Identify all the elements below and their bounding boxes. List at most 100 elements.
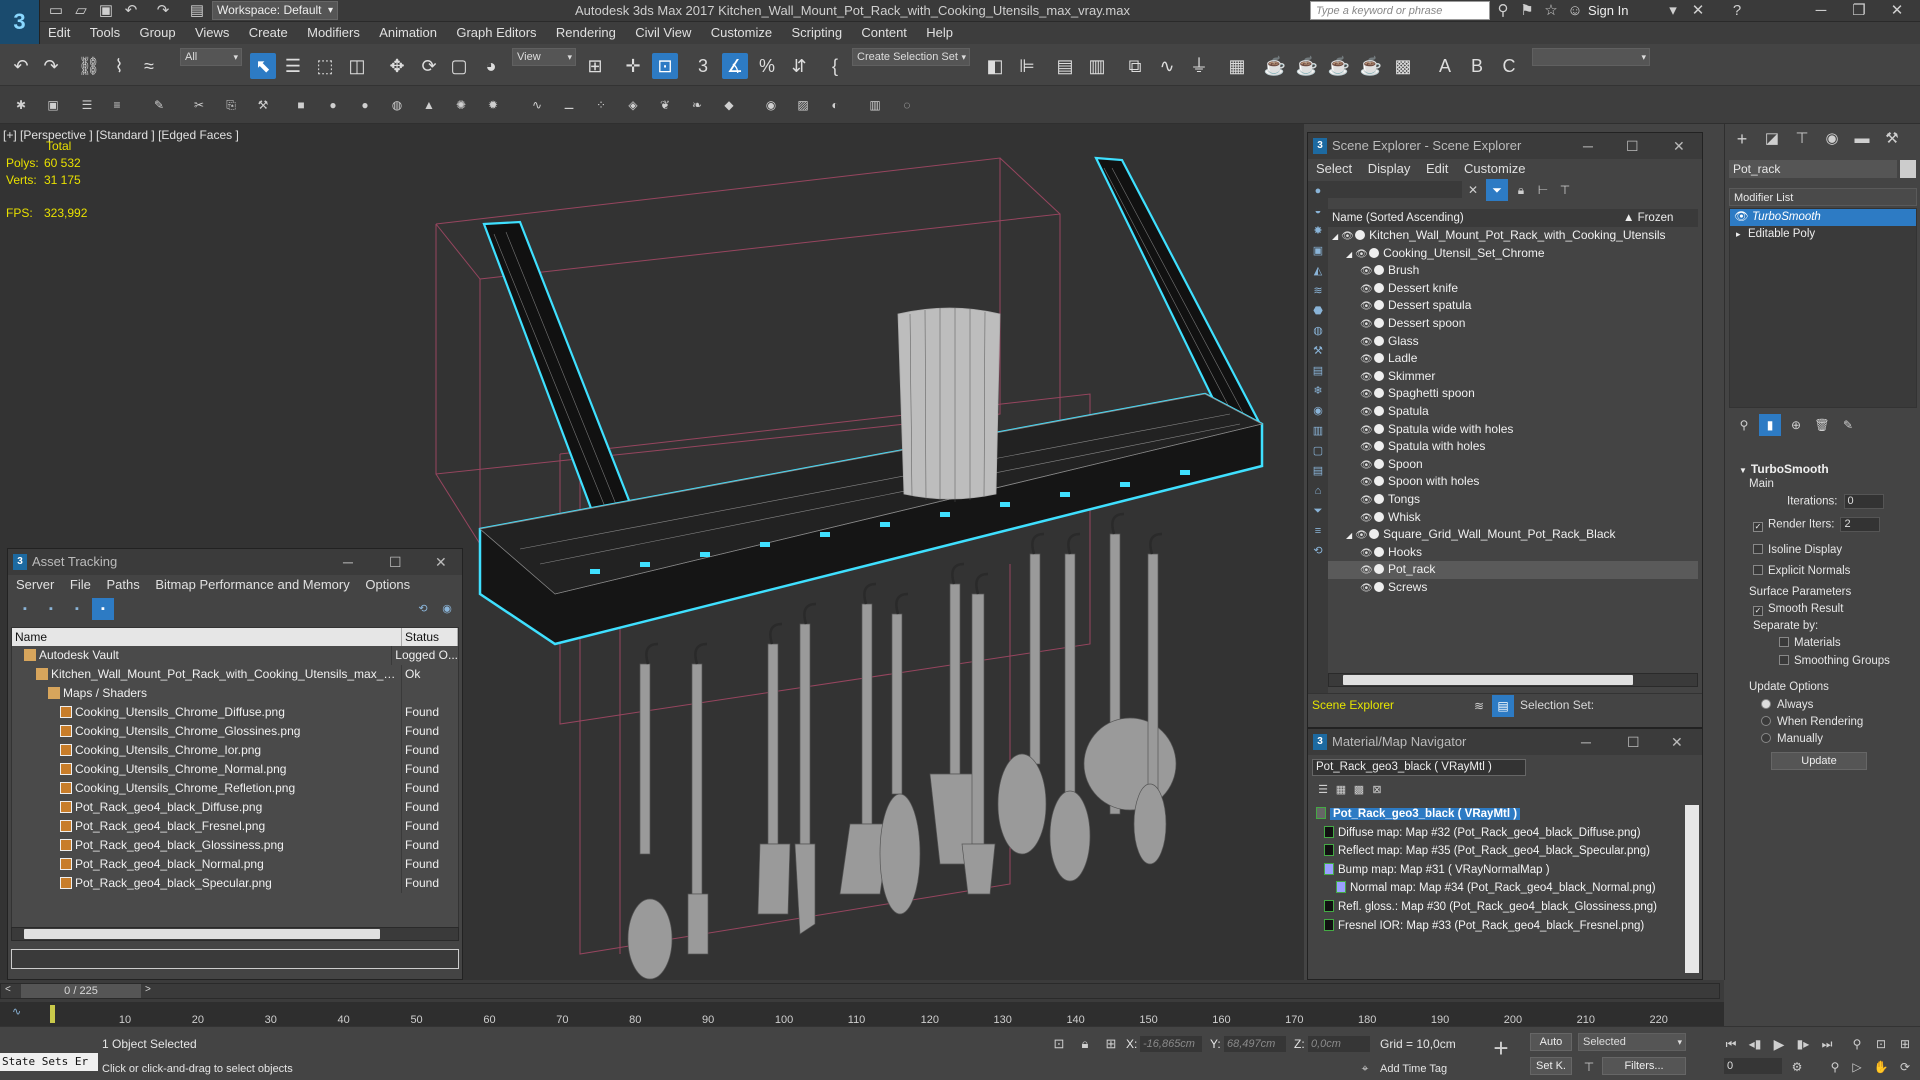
toolbar2-tools-icon[interactable]: ⚒	[254, 96, 272, 114]
vray-light-icon[interactable]: ▨	[794, 96, 812, 114]
scene-search-input[interactable]	[1312, 181, 1462, 198]
new-file-icon[interactable]: ▭	[45, 0, 67, 22]
asset-row[interactable]: Kitchen_Wall_Mount_Pot_Rack_with_Cooking…	[12, 665, 458, 684]
visibility-eye-icon[interactable]: 👁︎	[1355, 527, 1369, 545]
visibility-eye-icon[interactable]: 👁︎	[1355, 246, 1369, 264]
asset-view-icon[interactable]: ▪	[14, 598, 36, 620]
time-prev-icon[interactable]: <	[5, 984, 11, 995]
iterations-spinner[interactable]: 0	[1843, 494, 1884, 509]
menu-views[interactable]: Views	[187, 22, 237, 44]
curve-editor-mini-icon[interactable]: ∿	[12, 1005, 21, 1018]
lock-icon[interactable]: 🔒︎	[1510, 179, 1532, 201]
menu-group[interactable]: Group	[131, 22, 183, 44]
menu-animation[interactable]: Animation	[371, 22, 445, 44]
set-key-button[interactable]: Set K.	[1530, 1057, 1572, 1075]
col-frozen[interactable]: ▲ Frozen	[1623, 209, 1673, 227]
cone-primitive-icon[interactable]: ▲	[420, 96, 438, 114]
asset-path-field[interactable]	[11, 949, 459, 969]
material-navigator-header[interactable]: 3 Material/Map Navigator ─ ☐ ✕	[1308, 729, 1702, 755]
scene-tree-item[interactable]: 👁︎ Tongs	[1328, 491, 1698, 509]
select-by-name-icon[interactable]: ☰	[280, 53, 306, 79]
menu-tools[interactable]: Tools	[82, 22, 128, 44]
time-config-icon[interactable]: ⚙	[1786, 1056, 1808, 1078]
communication-icon[interactable]: ⚑	[1516, 0, 1538, 22]
toolbar2-save-icon[interactable]: ▣	[44, 96, 62, 114]
filter-containers-icon[interactable]: ▤	[1308, 361, 1328, 381]
clear-search-icon[interactable]: ✕	[1462, 179, 1484, 201]
user-icon[interactable]: ☺	[1564, 0, 1586, 22]
expand-arrow-icon[interactable]: ◢	[1332, 232, 1338, 241]
filter-spacewarps-icon[interactable]: ≋	[1308, 281, 1328, 301]
absolute-mode-icon[interactable]: ⊞	[1100, 1033, 1122, 1055]
close-icon[interactable]: ✕	[1673, 133, 1685, 159]
vray-help-icon[interactable]: ◌	[898, 96, 916, 114]
scene-tree-item[interactable]: 👁︎ Ladle	[1328, 350, 1698, 368]
scene-tree-item[interactable]: ◢ 👁︎ Cooking_Utensil_Set_Chrome	[1328, 245, 1698, 263]
filter-cameras-icon[interactable]: ▣	[1308, 241, 1328, 261]
filter-groups-icon[interactable]: ⬣	[1308, 301, 1328, 321]
select-manipulate-icon[interactable]: ✛	[620, 53, 646, 79]
filter-bones-icon[interactable]: ⚒	[1308, 341, 1328, 361]
scene-tree-item[interactable]: 👁︎ Whisk	[1328, 509, 1698, 527]
utilities-tab-icon[interactable]: ⚒	[1881, 128, 1903, 150]
account-dropdown-icon[interactable]: ▾	[1662, 0, 1684, 22]
expand-arrow-icon[interactable]: ◢	[1346, 250, 1352, 259]
asset-horizontal-scrollbar[interactable]	[11, 927, 459, 941]
expand-arrow-icon[interactable]: ◢	[1346, 531, 1352, 540]
visibility-eye-icon[interactable]: 👁︎	[1360, 492, 1374, 510]
make-unique-icon[interactable]: ⊕	[1785, 414, 1807, 436]
save-file-icon[interactable]: ▣	[95, 0, 117, 22]
link-icon[interactable]: ⛓	[76, 53, 102, 79]
spot-light-icon[interactable]: ✹	[484, 96, 502, 114]
render-setup-icon[interactable]: ▦	[1224, 53, 1250, 79]
curve-editor-icon[interactable]: ⧉	[1122, 53, 1148, 79]
vray-proxy-icon[interactable]: ❦	[656, 96, 674, 114]
menu-civil-view[interactable]: Civil View	[627, 22, 699, 44]
menu-help[interactable]: Help	[918, 22, 961, 44]
sync-selection-icon[interactable]: ⟲	[1308, 541, 1328, 561]
isoline-checkbox[interactable]	[1753, 544, 1763, 554]
scene-tree-item[interactable]: 👁︎ Spoon with holes	[1328, 473, 1698, 491]
scene-tree-item[interactable]: 👁︎ Spatula	[1328, 403, 1698, 421]
visibility-eye-icon[interactable]: 👁︎	[1360, 474, 1374, 492]
selection-set-icon[interactable]: ▤	[1492, 695, 1514, 717]
visibility-eye-icon[interactable]: 👁︎	[1360, 298, 1374, 316]
scale-icon[interactable]: ▢	[446, 53, 472, 79]
menu-server[interactable]: Server	[16, 577, 54, 592]
maxscript-listener[interactable]: State Sets Er	[0, 1053, 98, 1071]
scene-tree-item[interactable]: 👁︎ Brush	[1328, 262, 1698, 280]
redo-icon[interactable]: ↷	[38, 53, 64, 79]
layer-explorer-icon[interactable]: ▤	[1052, 53, 1078, 79]
filter-geometry-icon[interactable]: ●	[1308, 181, 1328, 201]
vray-sphere-icon[interactable]: ◉	[762, 96, 780, 114]
exchange-icon[interactable]: ✕	[1687, 0, 1709, 22]
maximize-icon[interactable]: ☐	[389, 549, 402, 575]
menu-options[interactable]: Options	[365, 577, 410, 592]
modifier-list-dropdown[interactable]: Modifier List	[1729, 188, 1917, 206]
zoom-icon[interactable]: ⚲	[1824, 1056, 1846, 1078]
scene-tree-item[interactable]: 👁︎ Dessert knife	[1328, 280, 1698, 298]
scene-tree-item[interactable]: 👁︎ Spaghetti spoon	[1328, 385, 1698, 403]
vray-camera-icon[interactable]: ◐	[826, 96, 844, 114]
menu-rendering[interactable]: Rendering	[548, 22, 624, 44]
menu-paths[interactable]: Paths	[107, 577, 140, 592]
reference-coordinate-dropdown[interactable]: View	[512, 48, 576, 66]
spline-icon[interactable]: ∿	[528, 96, 546, 114]
vray-plane-icon[interactable]: ◆	[720, 96, 738, 114]
material-tree-item[interactable]: Reflect map: Map #35 (Pot_Rack_geo4_blac…	[1312, 842, 1680, 861]
favorites-icon[interactable]: ☆	[1540, 0, 1562, 22]
material-tree-item[interactable]: Diffuse map: Map #32 (Pot_Rack_geo4_blac…	[1312, 824, 1680, 843]
visibility-eye-icon[interactable]: 👁︎	[1360, 580, 1374, 598]
asset-row[interactable]: Pot_Rack_geo4_black_Glossiness.png Found	[12, 836, 458, 855]
menu-graph-editors[interactable]: Graph Editors	[448, 22, 544, 44]
scene-horizontal-scrollbar[interactable]	[1328, 673, 1698, 687]
scene-tree-item[interactable]: 👁︎ Spatula with holes	[1328, 438, 1698, 456]
workspace-dropdown[interactable]: Workspace: Default	[212, 1, 338, 20]
object-name-field[interactable]: Pot_rack	[1729, 160, 1897, 178]
scene-explorer-header[interactable]: 3 Scene Explorer - Scene Explorer ─ ☐ ✕	[1308, 133, 1702, 159]
previous-frame-icon[interactable]: ◂▮	[1744, 1033, 1766, 1055]
filter-lights-icon[interactable]: ✸	[1308, 221, 1328, 241]
visibility-eye-icon[interactable]: 👁︎	[1360, 457, 1374, 475]
render-iters-checkbox[interactable]: ✓	[1753, 521, 1763, 532]
box-primitive-icon[interactable]: ■	[292, 96, 310, 114]
